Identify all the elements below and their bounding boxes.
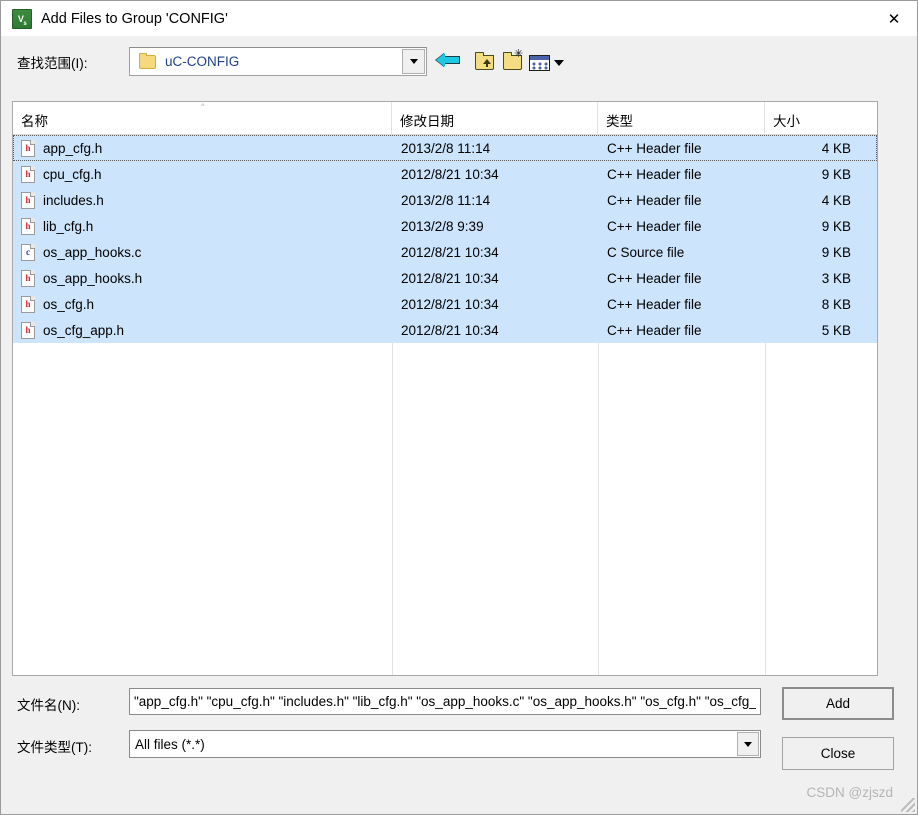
back-arrow-icon[interactable] bbox=[444, 49, 470, 74]
table-row[interactable]: h cpu_cfg.h 2012/8/21 10:34 C++ Header file… bbox=[13, 161, 877, 187]
file-name-label: os_cfg_app.h bbox=[43, 322, 125, 338]
file-name-label: app_cfg.h bbox=[43, 140, 103, 156]
filetype-label: 文件类型(T): bbox=[17, 740, 92, 755]
add-button[interactable]: Add bbox=[782, 687, 894, 720]
window-title: Add Files to Group 'CONFIG' bbox=[41, 10, 228, 27]
chevron-down-icon[interactable] bbox=[402, 49, 425, 74]
h-header-file-icon: h bbox=[21, 295, 35, 313]
cell-size: 5 KB bbox=[821, 322, 851, 338]
cell-type: C++ Header file bbox=[607, 192, 702, 208]
cell-date-modified: 2013/2/8 11:14 bbox=[401, 192, 491, 208]
cell-size: 9 KB bbox=[821, 166, 851, 182]
filetype-value: All files (*.*) bbox=[135, 736, 205, 752]
cell-date-modified: 2012/8/21 10:34 bbox=[401, 244, 499, 260]
filetype-combobox[interactable]: All files (*.*) bbox=[129, 730, 761, 758]
cell-name: h cpu_cfg.h bbox=[13, 165, 392, 183]
cell-date-modified: 2012/8/21 10:34 bbox=[401, 322, 499, 338]
file-rows-container: h app_cfg.h 2013/2/8 11:14 C++ Header file 4… bbox=[13, 135, 877, 343]
file-name-label: lib_cfg.h bbox=[43, 218, 94, 234]
file-name-label: os_app_hooks.c bbox=[43, 244, 142, 260]
cell-type: C Source file bbox=[607, 244, 685, 260]
cell-date-modified: 2012/8/21 10:34 bbox=[401, 270, 499, 286]
cell-date-modified: 2012/8/21 10:34 bbox=[401, 296, 499, 312]
column-header-size[interactable]: 大小 bbox=[765, 102, 877, 134]
resize-grip[interactable] bbox=[901, 798, 915, 812]
cell-type: C++ Header file bbox=[607, 296, 702, 312]
table-row[interactable]: h os_cfg_app.h 2012/8/21 10:34 C++ Header f… bbox=[13, 317, 877, 343]
cell-size: 9 KB bbox=[821, 244, 851, 260]
cell-type: C++ Header file bbox=[607, 270, 702, 286]
cell-name: h lib_cfg.h bbox=[13, 217, 392, 235]
cell-type: C++ Header file bbox=[607, 218, 702, 234]
cell-name: h app_cfg.h bbox=[13, 139, 392, 157]
h-header-file-icon: h bbox=[21, 165, 35, 183]
new-folder-icon[interactable]: ✳ bbox=[501, 48, 527, 74]
file-name-label: os_app_hooks.h bbox=[43, 270, 143, 286]
cell-date-modified: 2013/2/8 11:14 bbox=[401, 140, 491, 156]
cell-size: 4 KB bbox=[821, 140, 851, 156]
cell-date-modified: 2012/8/21 10:34 bbox=[401, 166, 499, 182]
views-icon[interactable] bbox=[529, 49, 567, 74]
cell-type: C++ Header file bbox=[607, 166, 702, 182]
h-header-file-icon: h bbox=[21, 217, 35, 235]
table-row[interactable]: h lib_cfg.h 2013/2/8 9:39 C++ Header file 9 … bbox=[13, 213, 877, 239]
filename-input[interactable] bbox=[129, 688, 761, 715]
close-button[interactable]: Close bbox=[782, 737, 894, 770]
h-header-file-icon: h bbox=[21, 139, 35, 157]
cell-size: 9 KB bbox=[821, 218, 851, 234]
watermark: CSDN @zjszd bbox=[806, 785, 893, 800]
cell-type: C++ Header file bbox=[607, 322, 702, 338]
table-row[interactable]: h os_app_hooks.h 2012/8/21 10:34 C++ Header… bbox=[13, 265, 877, 291]
cell-name: h os_cfg.h bbox=[13, 295, 392, 313]
cell-size: 8 KB bbox=[821, 296, 851, 312]
cell-name: h includes.h bbox=[13, 191, 392, 209]
table-row[interactable]: c os_app_hooks.c 2012/8/21 10:34 C Source f… bbox=[13, 239, 877, 265]
close-icon[interactable]: ✕ bbox=[871, 1, 917, 36]
file-name-label: cpu_cfg.h bbox=[43, 166, 102, 182]
cell-size: 3 KB bbox=[821, 270, 851, 286]
sort-ascending-icon: ˄ bbox=[200, 102, 206, 115]
add-files-dialog: Vs Add Files to Group 'CONFIG' ✕ 查找范围(I)… bbox=[0, 0, 918, 815]
file-list-view[interactable]: 名称 修改日期 类型 大小 ˄ h app_cfg.h 2013/2/8 11:14… bbox=[12, 101, 878, 676]
file-name-label: os_cfg.h bbox=[43, 296, 95, 312]
column-header-date[interactable]: 修改日期 bbox=[392, 102, 598, 134]
chevron-down-icon[interactable] bbox=[554, 60, 564, 66]
table-row[interactable]: h os_cfg.h 2012/8/21 10:34 C++ Header file 8… bbox=[13, 291, 877, 317]
h-header-file-icon: h bbox=[21, 269, 35, 287]
folder-icon bbox=[139, 52, 156, 69]
look-in-combobox[interactable]: uC-CONFIG bbox=[129, 47, 427, 76]
table-row[interactable]: h app_cfg.h 2013/2/8 11:14 C++ Header file 4… bbox=[13, 135, 877, 161]
h-header-file-icon: h bbox=[21, 321, 35, 339]
file-name-label: includes.h bbox=[43, 192, 104, 208]
cell-size: 4 KB bbox=[821, 192, 851, 208]
table-row[interactable]: h includes.h 2013/2/8 11:14 C++ Header file… bbox=[13, 187, 877, 213]
cell-name: h os_cfg_app.h bbox=[13, 321, 392, 339]
cell-type: C++ Header file bbox=[607, 140, 702, 156]
uvision-icon: Vs bbox=[12, 8, 32, 29]
title-bar: Vs Add Files to Group 'CONFIG' ✕ bbox=[1, 1, 917, 36]
column-header-type[interactable]: 类型 bbox=[598, 102, 765, 134]
file-list-header: 名称 修改日期 类型 大小 ˄ bbox=[13, 102, 877, 135]
look-in-value: uC-CONFIG bbox=[165, 54, 240, 69]
h-header-file-icon: h bbox=[21, 191, 35, 209]
cell-name: c os_app_hooks.c bbox=[13, 243, 392, 261]
file-list-body: h app_cfg.h 2013/2/8 11:14 C++ Header file 4… bbox=[13, 135, 877, 675]
look-in-label: 查找范围(I): bbox=[17, 56, 88, 71]
cell-date-modified: 2013/2/8 9:39 bbox=[401, 218, 484, 234]
cell-name: h os_app_hooks.h bbox=[13, 269, 392, 287]
up-folder-icon[interactable] bbox=[473, 49, 499, 74]
filename-label: 文件名(N): bbox=[17, 698, 80, 713]
c-source-file-icon: c bbox=[21, 243, 35, 261]
chevron-down-icon[interactable] bbox=[737, 732, 759, 756]
